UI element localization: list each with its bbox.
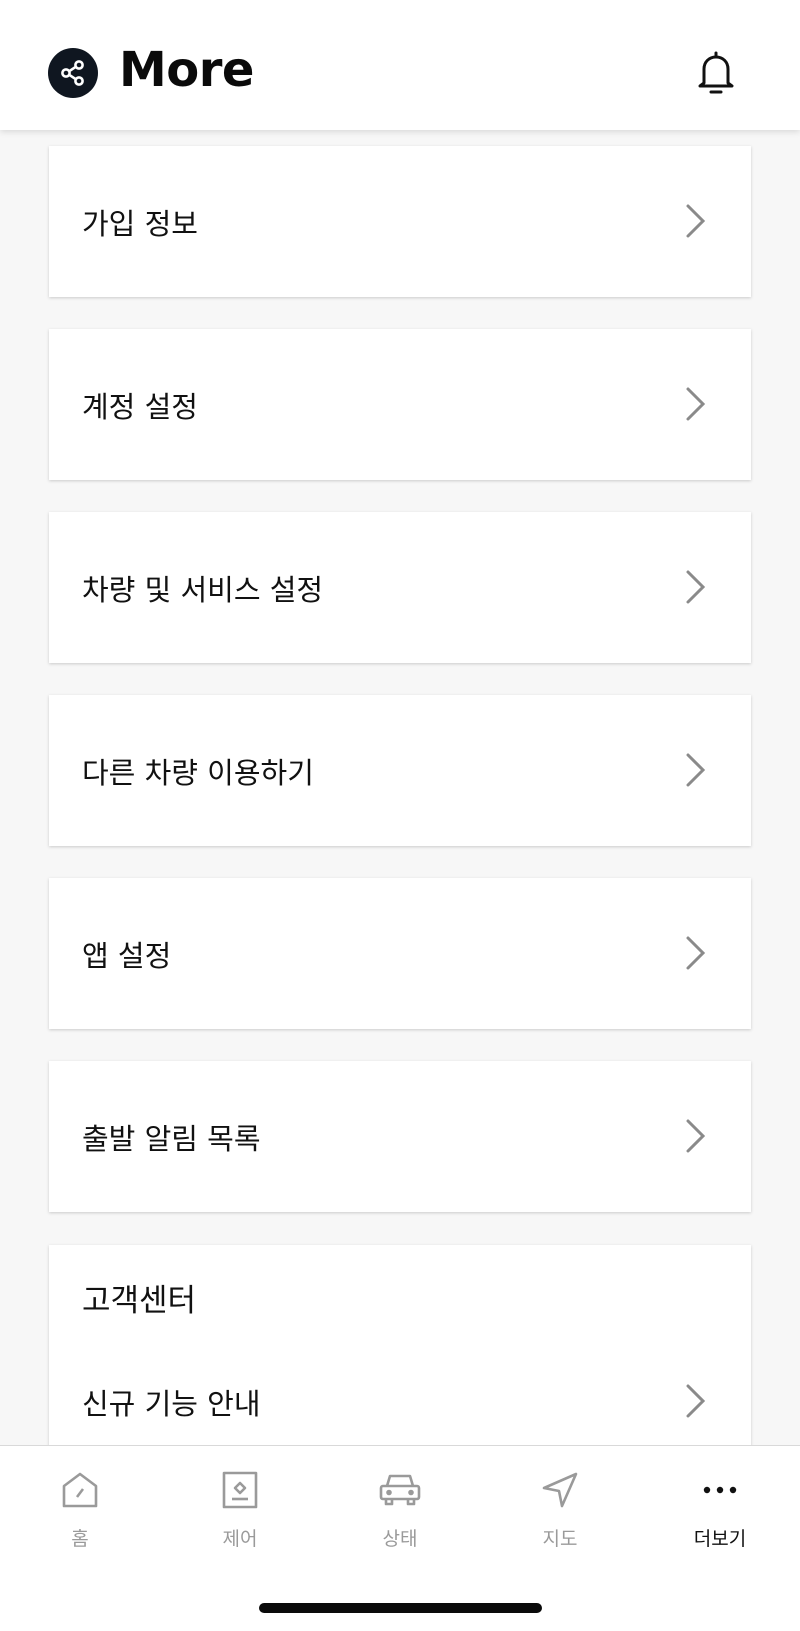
more-dots-icon <box>698 1468 742 1512</box>
menu-item-use-other-vehicle[interactable]: 다른 차량 이용하기 <box>49 695 751 846</box>
control-icon <box>218 1468 262 1512</box>
menu-item-new-features[interactable]: 신규 기능 안내 <box>49 1365 751 1435</box>
menu-item-account-settings[interactable]: 계정 설정 <box>49 329 751 480</box>
app-header: More <box>0 0 800 130</box>
tab-label: 상태 <box>382 1528 418 1550</box>
tab-label: 지도 <box>542 1528 578 1550</box>
menu-item-departure-alerts[interactable]: 출발 알림 목록 <box>49 1061 751 1212</box>
share-icon[interactable] <box>48 48 98 98</box>
car-icon <box>378 1468 422 1512</box>
tab-label: 제어 <box>222 1528 258 1550</box>
bottom-tab-bar: 홈 제어 상태 지도 더보기 <box>0 1445 800 1631</box>
menu-item-label: 계정 설정 <box>82 389 198 424</box>
menu-item-label: 다른 차량 이용하기 <box>82 755 314 790</box>
tab-status[interactable]: 상태 <box>350 1468 450 1558</box>
menu-item-label: 차량 및 서비스 설정 <box>82 572 324 607</box>
menu-item-label: 가입 정보 <box>82 206 198 241</box>
tab-control[interactable]: 제어 <box>190 1468 290 1558</box>
section-title: 고객센터 <box>82 1283 197 1319</box>
chevron-right-icon <box>686 936 706 970</box>
page-title: More <box>119 42 254 98</box>
menu-item-subscription-info[interactable]: 가입 정보 <box>49 146 751 297</box>
navigation-icon <box>538 1468 582 1512</box>
home-indicator <box>259 1603 542 1613</box>
chevron-right-icon <box>686 753 706 787</box>
chevron-right-icon <box>686 1384 706 1418</box>
tab-label: 더보기 <box>693 1528 747 1550</box>
chevron-right-icon <box>686 570 706 604</box>
chevron-right-icon <box>686 204 706 238</box>
tab-label: 홈 <box>71 1528 89 1550</box>
bell-icon[interactable] <box>692 46 740 98</box>
tab-more[interactable]: 더보기 <box>670 1468 770 1558</box>
chevron-right-icon <box>686 1119 706 1153</box>
menu-item-label: 신규 기능 안내 <box>82 1387 261 1421</box>
menu-item-label: 앱 설정 <box>82 938 172 973</box>
tab-home[interactable]: 홈 <box>30 1468 130 1558</box>
menu-list: 가입 정보 계정 설정 차량 및 서비스 설정 다른 차량 이용하기 앱 설정 … <box>0 130 800 1445</box>
menu-item-app-settings[interactable]: 앱 설정 <box>49 878 751 1029</box>
menu-item-vehicle-service-settings[interactable]: 차량 및 서비스 설정 <box>49 512 751 663</box>
menu-item-label: 출발 알림 목록 <box>82 1121 261 1156</box>
tab-map[interactable]: 지도 <box>510 1468 610 1558</box>
customer-center-section: 고객센터 신규 기능 안내 <box>49 1245 751 1445</box>
chevron-right-icon <box>686 387 706 421</box>
home-icon <box>58 1468 102 1512</box>
